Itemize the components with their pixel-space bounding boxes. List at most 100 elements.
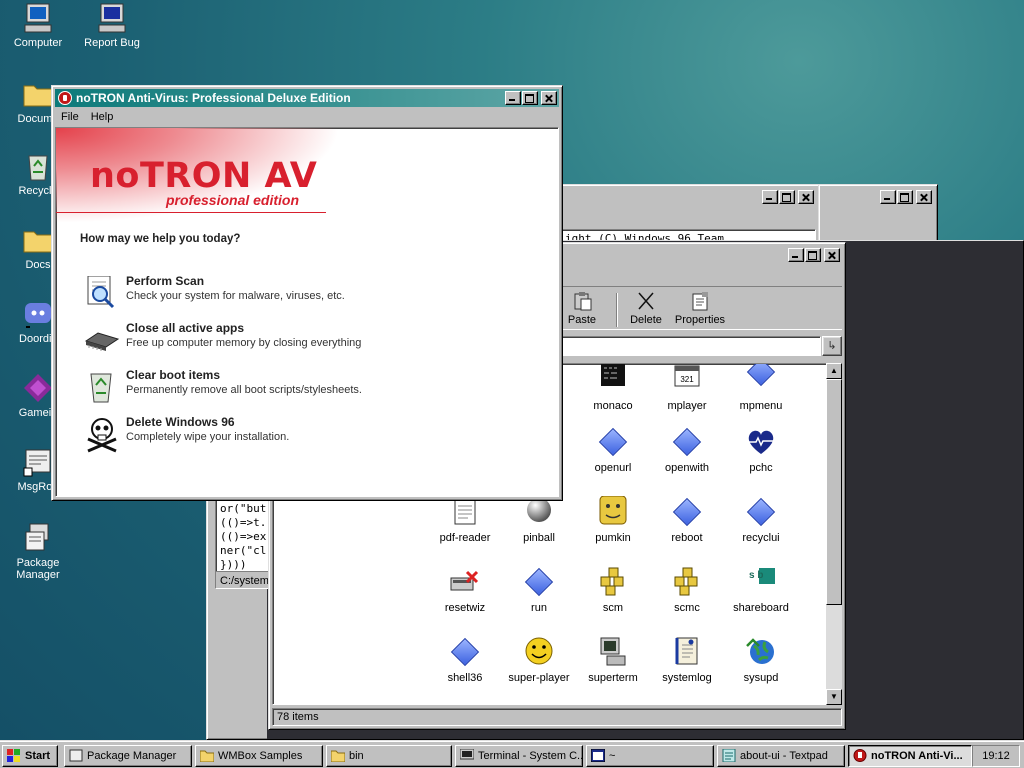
file-icon-systemlog[interactable]: systemlog xyxy=(651,636,723,684)
clipboard-icon xyxy=(571,291,593,311)
taskbar-item-home[interactable]: ~ xyxy=(586,745,714,767)
file-icon-pumkin[interactable]: pumkin xyxy=(577,495,649,544)
file-icon-pchc[interactable]: pchc xyxy=(725,426,797,474)
globe-update-icon xyxy=(745,636,777,668)
stop-hand-icon xyxy=(58,91,72,105)
menu-help[interactable]: Help xyxy=(85,111,120,123)
file-icon-resetwiz[interactable]: resetwiz xyxy=(429,566,501,614)
terminal-status: C:/system/ xyxy=(215,571,275,589)
computer-icon xyxy=(22,2,54,34)
close-button[interactable] xyxy=(541,91,557,105)
windows-logo-icon xyxy=(7,749,21,762)
menu-bar: File Help xyxy=(55,108,559,126)
close-button[interactable] xyxy=(824,248,840,262)
minimize-button[interactable] xyxy=(788,248,804,262)
delete-button[interactable]: Delete xyxy=(616,291,676,326)
header-rule xyxy=(56,212,326,213)
code-line: (()=>ex xyxy=(220,530,267,543)
brand-edition: professional edition xyxy=(166,192,300,208)
taskbar-item-textpad[interactable]: about-ui - Textpad xyxy=(717,745,845,767)
file-icon-super-player[interactable]: super-player xyxy=(503,636,575,684)
file-icon-recyclui[interactable]: recyclui xyxy=(725,496,797,544)
close-button[interactable] xyxy=(798,190,814,204)
desktop-icon-computer[interactable]: Computer xyxy=(3,2,73,49)
title-bar[interactable] xyxy=(544,188,816,206)
title-bar[interactable] xyxy=(822,188,934,206)
desktop-icon-report-bug[interactable]: Report Bug xyxy=(77,2,147,49)
folder-icon xyxy=(199,749,215,763)
magnifier-scan-icon xyxy=(84,275,120,312)
taskbar-item-notron[interactable]: noTRON Anti-Vi... xyxy=(848,745,972,767)
smiley-icon xyxy=(523,636,555,668)
file-icon-reboot[interactable]: reboot xyxy=(651,496,723,544)
background-window-right[interactable] xyxy=(818,184,938,244)
file-icon-openwith[interactable]: openwith xyxy=(651,426,723,474)
item-count: 78 items xyxy=(277,711,319,723)
vertical-scrollbar[interactable]: ▲ ▼ xyxy=(826,363,842,705)
file-icon-superterm[interactable]: superterm xyxy=(577,636,649,684)
package-icon xyxy=(69,749,83,762)
service-cubes-icon xyxy=(671,566,703,598)
diamond-app-icon xyxy=(671,426,703,458)
monitor-icon xyxy=(96,2,128,34)
mplayer-badge: 321 xyxy=(680,375,694,384)
close-button[interactable] xyxy=(916,190,932,204)
help-prompt: How may we help you today? xyxy=(80,233,241,245)
maximize-button[interactable] xyxy=(897,190,913,204)
file-icon-openurl[interactable]: openurl xyxy=(577,426,649,474)
file-icon-mplayer[interactable]: 321 mplayer xyxy=(651,364,723,412)
scroll-down-button[interactable]: ▼ xyxy=(826,689,842,705)
menu-file[interactable]: File xyxy=(55,111,85,123)
diamond-app-icon xyxy=(449,636,481,668)
action-clear-boot[interactable]: Clear boot items Permanently remove all … xyxy=(84,368,504,406)
media-player-icon: 321 xyxy=(671,364,703,396)
title-bar[interactable]: noTRON Anti-Virus: Professional Deluxe E… xyxy=(55,89,559,107)
file-icon-mpmenu[interactable]: mpmenu xyxy=(725,364,797,412)
taskbar-item-package-manager[interactable]: Package Manager xyxy=(64,745,192,767)
start-button[interactable]: Start xyxy=(2,745,58,767)
minimize-button[interactable] xyxy=(880,190,896,204)
desktop-icon-label: Report Bug xyxy=(84,37,140,49)
desktop-icon-package-manager[interactable]: Package Manager xyxy=(3,522,73,581)
code-area[interactable]: or("but (()=>t. (()=>ex ner("cl }))) xyxy=(215,497,275,577)
file-icon-scmc[interactable]: scmc xyxy=(651,566,723,614)
taskbar-item-terminal[interactable]: Terminal - System C... xyxy=(455,745,583,767)
file-icon-pdf-reader[interactable]: pdf-reader xyxy=(429,496,501,544)
heart-pulse-icon xyxy=(745,426,777,458)
package-icon xyxy=(22,522,54,554)
go-button[interactable]: ↳ xyxy=(822,336,842,356)
maximize-button[interactable] xyxy=(779,190,795,204)
file-icon-monaco[interactable]: monaco xyxy=(577,364,649,412)
scroll-thumb[interactable] xyxy=(826,379,842,605)
minimize-button[interactable] xyxy=(762,190,778,204)
recycle-bin-icon xyxy=(22,150,54,182)
file-icon-run[interactable]: run xyxy=(503,566,575,614)
file-icon-pinball[interactable]: pinball xyxy=(503,496,575,544)
antivirus-window[interactable]: noTRON Anti-Virus: Professional Deluxe E… xyxy=(51,85,563,501)
file-icon-sysupd[interactable]: sysupd xyxy=(725,636,797,684)
desktop-icon-label: Computer xyxy=(13,37,63,49)
taskbar-item-wmbox-samples[interactable]: WMBox Samples xyxy=(195,745,323,767)
maximize-button[interactable] xyxy=(522,91,538,105)
diamond-app-icon xyxy=(745,364,777,396)
file-icon-shareboard[interactable]: s b shareboard xyxy=(725,566,797,614)
file-icon-shell36[interactable]: shell36 xyxy=(429,636,501,684)
file-icon-scm[interactable]: scm xyxy=(577,566,649,614)
scroll-up-button[interactable]: ▲ xyxy=(826,363,842,379)
maximize-button[interactable] xyxy=(805,248,821,262)
delete-x-icon xyxy=(635,291,657,311)
game-cube-icon xyxy=(22,372,54,404)
action-close-apps[interactable]: Close all active apps Free up computer m… xyxy=(84,321,504,359)
properties-button[interactable]: Properties xyxy=(670,291,730,326)
code-line: ner("cl xyxy=(220,544,267,557)
chat-bubble-icon xyxy=(22,298,54,330)
diamond-app-icon xyxy=(745,496,777,528)
system-clock: 19:12 xyxy=(972,745,1020,767)
reset-wizard-icon xyxy=(449,566,481,598)
code-line: }))) xyxy=(220,558,247,571)
taskbar-item-bin[interactable]: bin xyxy=(326,745,452,767)
action-delete-windows[interactable]: Delete Windows 96 Completely wipe your i… xyxy=(84,415,504,453)
action-perform-scan[interactable]: Perform Scan Check your system for malwa… xyxy=(84,274,504,312)
terminal-icon xyxy=(597,364,629,396)
minimize-button[interactable] xyxy=(505,91,521,105)
